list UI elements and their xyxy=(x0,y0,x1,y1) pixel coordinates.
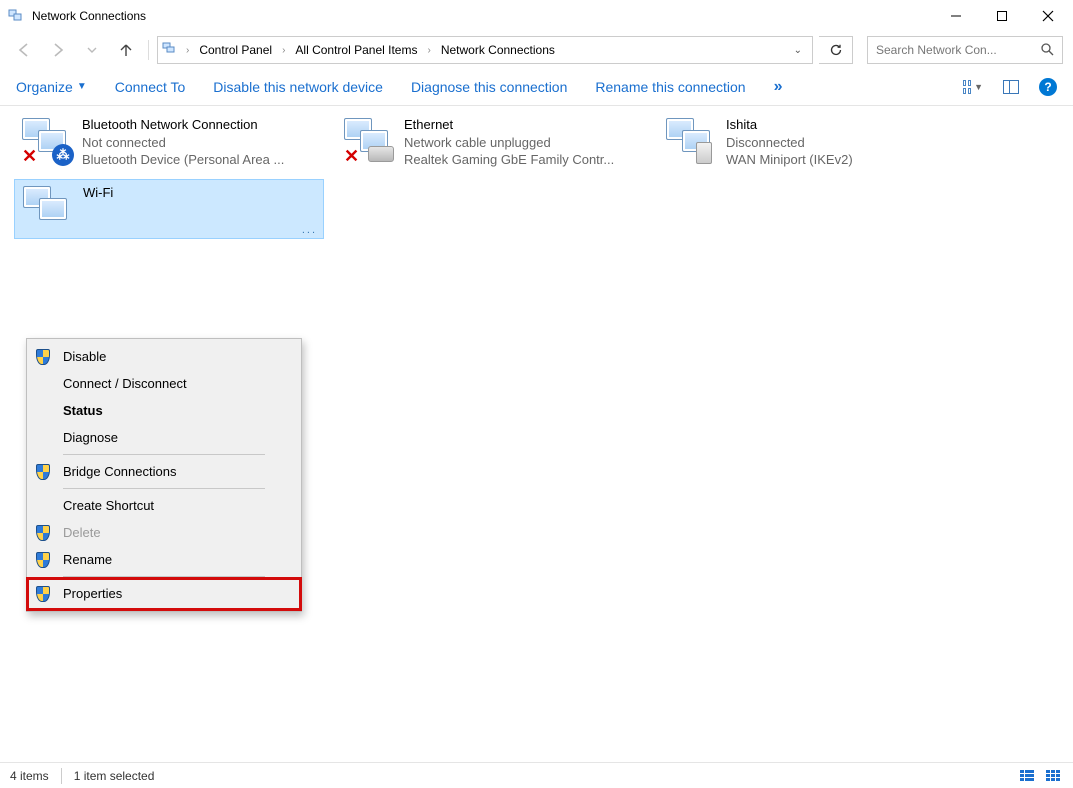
connection-device: WAN Miniport (IKEv2) xyxy=(726,151,853,169)
recent-dropdown[interactable] xyxy=(78,36,106,64)
minimize-button[interactable] xyxy=(933,0,979,32)
chevron-right-icon: › xyxy=(280,45,287,56)
folder-icon xyxy=(162,41,180,59)
maximize-button[interactable] xyxy=(979,0,1025,32)
more-indicator: ... xyxy=(302,224,317,236)
back-button[interactable] xyxy=(10,36,38,64)
connection-item-ethernet[interactable]: ✕ Ethernet Network cable unplugged Realt… xyxy=(336,112,646,173)
breadcrumb-item[interactable]: Control Panel xyxy=(195,41,276,59)
connection-item-vpn[interactable]: Ishita Disconnected WAN Miniport (IKEv2) xyxy=(658,112,968,173)
rename-link[interactable]: Rename this connection xyxy=(595,79,745,95)
nav-row: › Control Panel › All Control Panel Item… xyxy=(0,32,1073,68)
network-adapter-icon: ✕ ⁂ xyxy=(18,116,72,166)
connection-name: Wi-Fi xyxy=(83,184,113,202)
search-placeholder: Search Network Con... xyxy=(876,43,1040,57)
connection-status: Disconnected xyxy=(726,134,853,152)
menu-separator xyxy=(63,488,265,489)
bluetooth-badge-icon: ⁂ xyxy=(52,144,74,166)
uac-shield-icon xyxy=(36,586,52,602)
command-bar: Organize▼ Connect To Disable this networ… xyxy=(0,68,1073,106)
view-options-button[interactable]: ▼ xyxy=(963,77,983,97)
search-icon xyxy=(1040,42,1054,59)
connections-row: ✕ ⁂ Bluetooth Network Connection Not con… xyxy=(14,112,1073,173)
diagnose-link[interactable]: Diagnose this connection xyxy=(411,79,567,95)
connection-status: Not connected xyxy=(82,134,284,152)
connection-status: Network cable unplugged xyxy=(404,134,614,152)
tiles-view-button[interactable] xyxy=(1043,768,1063,784)
search-input[interactable]: Search Network Con... xyxy=(867,36,1063,64)
error-x-icon: ✕ xyxy=(344,146,359,167)
statusbar-separator xyxy=(61,768,62,784)
refresh-button[interactable] xyxy=(819,36,853,64)
breadcrumb-item[interactable]: Network Connections xyxy=(437,41,559,59)
connection-name: Ishita xyxy=(726,116,853,134)
context-menu-item-shortcut[interactable]: Create Shortcut xyxy=(29,492,299,519)
organize-menu[interactable]: Organize▼ xyxy=(16,79,87,95)
close-button[interactable] xyxy=(1025,0,1071,32)
nav-separator xyxy=(148,40,149,60)
up-button[interactable] xyxy=(112,36,140,64)
help-button[interactable]: ? xyxy=(1039,78,1057,96)
context-menu-item-delete: Delete xyxy=(29,519,299,546)
context-menu-item-connect[interactable]: Connect / Disconnect xyxy=(29,370,299,397)
forward-button[interactable] xyxy=(44,36,72,64)
content-area: ✕ ⁂ Bluetooth Network Connection Not con… xyxy=(0,106,1073,239)
context-menu-item-properties[interactable]: Properties xyxy=(29,580,299,607)
network-adapter-icon xyxy=(662,116,716,166)
chevron-right-icon: › xyxy=(184,45,191,56)
connection-name: Ethernet xyxy=(404,116,614,134)
address-bar[interactable]: › Control Panel › All Control Panel Item… xyxy=(157,36,813,64)
context-menu: Disable Connect / Disconnect Status Diag… xyxy=(26,338,302,612)
uac-shield-icon xyxy=(36,349,52,365)
context-menu-item-disable[interactable]: Disable xyxy=(29,343,299,370)
window-controls xyxy=(933,0,1071,32)
network-adapter-icon: ✕ xyxy=(340,116,394,166)
context-menu-item-rename[interactable]: Rename xyxy=(29,546,299,573)
window-title: Network Connections xyxy=(32,9,933,23)
chevron-down-icon: ▼ xyxy=(77,81,87,92)
connection-item-wifi[interactable]: Wi-Fi ... xyxy=(14,179,324,239)
uac-shield-icon xyxy=(36,464,52,480)
titlebar: Network Connections xyxy=(0,0,1073,32)
item-count: 4 items xyxy=(10,769,49,783)
server-icon xyxy=(696,142,712,164)
details-view-button[interactable] xyxy=(1017,768,1037,784)
menu-separator xyxy=(63,576,265,577)
status-bar: 4 items 1 item selected xyxy=(0,762,1073,788)
uac-shield-icon xyxy=(36,552,52,568)
connection-item-bluetooth[interactable]: ✕ ⁂ Bluetooth Network Connection Not con… xyxy=(14,112,324,173)
preview-pane-button[interactable] xyxy=(1001,77,1021,97)
connect-to-link[interactable]: Connect To xyxy=(115,79,186,95)
chevron-right-icon: › xyxy=(425,45,432,56)
network-adapter-icon xyxy=(19,184,73,234)
connection-device: Realtek Gaming GbE Family Contr... xyxy=(404,151,614,169)
more-commands[interactable]: » xyxy=(774,78,783,96)
connection-name: Bluetooth Network Connection xyxy=(82,116,284,134)
context-menu-item-status[interactable]: Status xyxy=(29,397,299,424)
uac-shield-icon xyxy=(36,525,52,541)
context-menu-item-bridge[interactable]: Bridge Connections xyxy=(29,458,299,485)
ethernet-cable-icon xyxy=(368,146,394,162)
connection-device: Bluetooth Device (Personal Area ... xyxy=(82,151,284,169)
address-dropdown[interactable]: ⌄ xyxy=(788,45,808,56)
disable-device-link[interactable]: Disable this network device xyxy=(213,79,383,95)
selection-count: 1 item selected xyxy=(74,769,155,783)
breadcrumb-item[interactable]: All Control Panel Items xyxy=(291,41,421,59)
context-menu-item-diagnose[interactable]: Diagnose xyxy=(29,424,299,451)
menu-separator xyxy=(63,454,265,455)
window-icon xyxy=(8,8,24,24)
error-x-icon: ✕ xyxy=(22,146,37,167)
